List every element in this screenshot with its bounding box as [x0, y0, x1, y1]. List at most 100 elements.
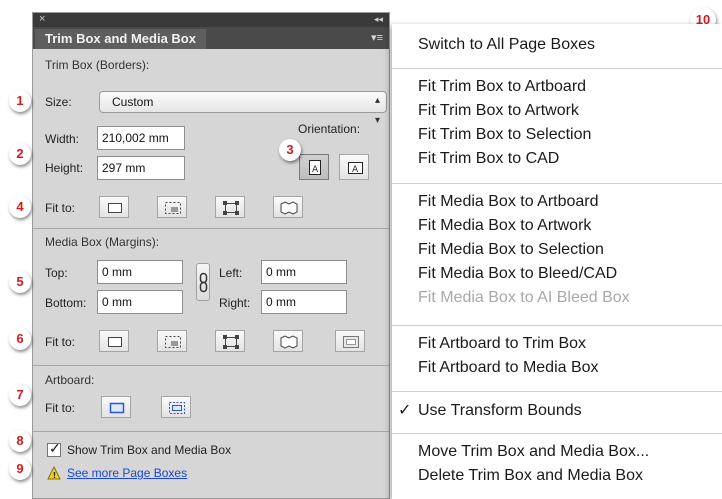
media-fit-selection-button[interactable]: [215, 330, 245, 352]
bottom-field[interactable]: 0 mm: [97, 290, 183, 314]
selection-icon: [223, 335, 239, 349]
artboard-icon: [108, 337, 122, 347]
trim-fit-artwork-button[interactable]: [157, 196, 187, 218]
callout-2: 2: [9, 143, 31, 165]
panel-flyout-menu: Switch to All Page Boxes Fit Trim Box to…: [392, 24, 722, 499]
callout-5: 5: [9, 271, 31, 293]
divider: [33, 431, 389, 432]
right-field[interactable]: 0 mm: [261, 290, 347, 314]
panel-menu-icon[interactable]: ▾≡: [371, 31, 383, 44]
media-fit-ai-bleed-button[interactable]: [335, 330, 365, 352]
media-fit-bleed-cad-button[interactable]: [273, 330, 303, 352]
artboard-media-icon: [169, 402, 185, 414]
menu-separator: [392, 433, 722, 434]
artboard-fit-media-button[interactable]: [161, 396, 191, 418]
svg-text:!: !: [53, 471, 57, 480]
check-icon: ✓: [398, 402, 412, 419]
show-boxes-label: Show Trim Box and Media Box: [67, 443, 232, 457]
menu-item-use-transform-bounds[interactable]: Use Transform Bounds: [418, 402, 582, 420]
height-label: Height:: [45, 161, 84, 175]
callout-7: 7: [9, 384, 31, 406]
menu-item-fit-artboard-media[interactable]: Fit Artboard to Media Box: [418, 359, 599, 377]
select-arrows-icon: ▴ ▾: [374, 95, 380, 126]
menu-separator: [392, 391, 722, 392]
width-label: Width:: [45, 132, 80, 146]
checkmark-icon: ✓: [49, 440, 61, 456]
cad-icon: [280, 201, 298, 215]
trim-section-title: Trim Box (Borders):: [45, 58, 150, 72]
menu-item-switch-all-boxes[interactable]: Switch to All Page Boxes: [418, 36, 595, 54]
cad-icon: [280, 335, 298, 349]
show-boxes-checkbox[interactable]: ✓: [47, 440, 61, 457]
panel-title-bar: × ◂◂: [33, 13, 389, 27]
trim-fit-artboard-button[interactable]: [99, 196, 129, 218]
landscape-page-icon: A: [348, 162, 363, 175]
trim-fit-label: Fit to:: [45, 201, 76, 215]
see-more-link[interactable]: See more Page Boxes: [67, 466, 187, 480]
top-field[interactable]: 0 mm: [97, 260, 183, 284]
callout-9: 9: [9, 458, 31, 480]
artwork-icon: [165, 336, 181, 348]
menu-separator: [392, 183, 722, 184]
menu-item-fit-trim-artwork[interactable]: Fit Trim Box to Artwork: [418, 102, 579, 120]
artwork-icon: [165, 202, 181, 214]
bottom-label: Bottom:: [45, 296, 87, 310]
menu-item-fit-artboard-trim[interactable]: Fit Artboard to Trim Box: [418, 335, 586, 353]
menu-item-fit-trim-artboard[interactable]: Fit Trim Box to Artboard: [418, 78, 586, 96]
callout-1: 1: [9, 90, 31, 112]
menu-item-fit-media-ai-bleed: Fit Media Box to AI Bleed Box: [418, 289, 630, 306]
right-label: Right:: [219, 296, 251, 310]
bleed-box-icon: [343, 336, 359, 348]
media-fit-label: Fit to:: [45, 335, 76, 349]
menu-item-fit-media-artboard[interactable]: Fit Media Box to Artboard: [418, 193, 599, 211]
top-label: Top:: [45, 266, 68, 280]
close-icon[interactable]: ×: [39, 13, 45, 26]
trim-media-panel: × ◂◂ Trim Box and Media Box ▾≡ Trim Box …: [32, 12, 390, 499]
artboard-section-title: Artboard:: [45, 373, 95, 387]
chain-link-icon: [199, 272, 208, 293]
callout-8: 8: [9, 430, 31, 452]
artboard-icon: [108, 203, 122, 213]
media-fit-artboard-button[interactable]: [99, 330, 129, 352]
menu-item-fit-media-bleed-cad[interactable]: Fit Media Box to Bleed/CAD: [418, 265, 617, 283]
size-select[interactable]: Custom ▴ ▾: [99, 91, 387, 126]
landscape-orientation-button[interactable]: A: [339, 154, 369, 180]
link-margins-button[interactable]: [196, 263, 210, 301]
trim-fit-cad-button[interactable]: [273, 196, 303, 218]
divider: [33, 228, 389, 229]
size-label: Size:: [45, 95, 72, 109]
portrait-orientation-button[interactable]: A: [299, 154, 329, 180]
portrait-page-icon: A: [309, 160, 321, 175]
menu-item-move-boxes[interactable]: Move Trim Box and Media Box...: [418, 443, 649, 461]
artboard-trim-icon: [109, 402, 125, 414]
menu-item-fit-media-selection[interactable]: Fit Media Box to Selection: [418, 241, 604, 259]
svg-text:A: A: [352, 165, 359, 175]
callout-6: 6: [9, 328, 31, 350]
divider: [33, 365, 389, 366]
callout-4: 4: [9, 196, 31, 218]
menu-item-fit-trim-cad[interactable]: Fit Trim Box to CAD: [418, 150, 559, 168]
height-field[interactable]: 297 mm: [97, 156, 185, 180]
size-select-value: Custom: [112, 95, 154, 109]
width-field[interactable]: 210,002 mm: [97, 126, 185, 150]
panel-header: Trim Box and Media Box ▾≡: [33, 27, 389, 49]
left-label: Left:: [219, 266, 243, 280]
artboard-fit-trim-button[interactable]: [101, 396, 131, 418]
menu-separator: [392, 325, 722, 326]
callout-3: 3: [279, 139, 301, 161]
media-section-title: Media Box (Margins):: [45, 235, 160, 249]
panel-tab[interactable]: Trim Box and Media Box: [35, 29, 206, 49]
menu-item-delete-boxes[interactable]: Delete Trim Box and Media Box: [418, 467, 643, 485]
media-fit-artwork-button[interactable]: [157, 330, 187, 352]
orientation-label: Orientation:: [298, 122, 361, 136]
warning-icon: !: [47, 466, 61, 480]
trim-fit-selection-button[interactable]: [215, 196, 245, 218]
collapse-icon[interactable]: ◂◂: [374, 13, 383, 26]
left-field[interactable]: 0 mm: [261, 260, 347, 284]
menu-item-fit-media-artwork[interactable]: Fit Media Box to Artwork: [418, 217, 591, 235]
selection-icon: [223, 201, 239, 215]
menu-item-fit-trim-selection[interactable]: Fit Trim Box to Selection: [418, 126, 591, 144]
menu-separator: [392, 68, 722, 69]
artboard-fit-label: Fit to:: [45, 401, 76, 415]
svg-text:A: A: [312, 165, 319, 175]
